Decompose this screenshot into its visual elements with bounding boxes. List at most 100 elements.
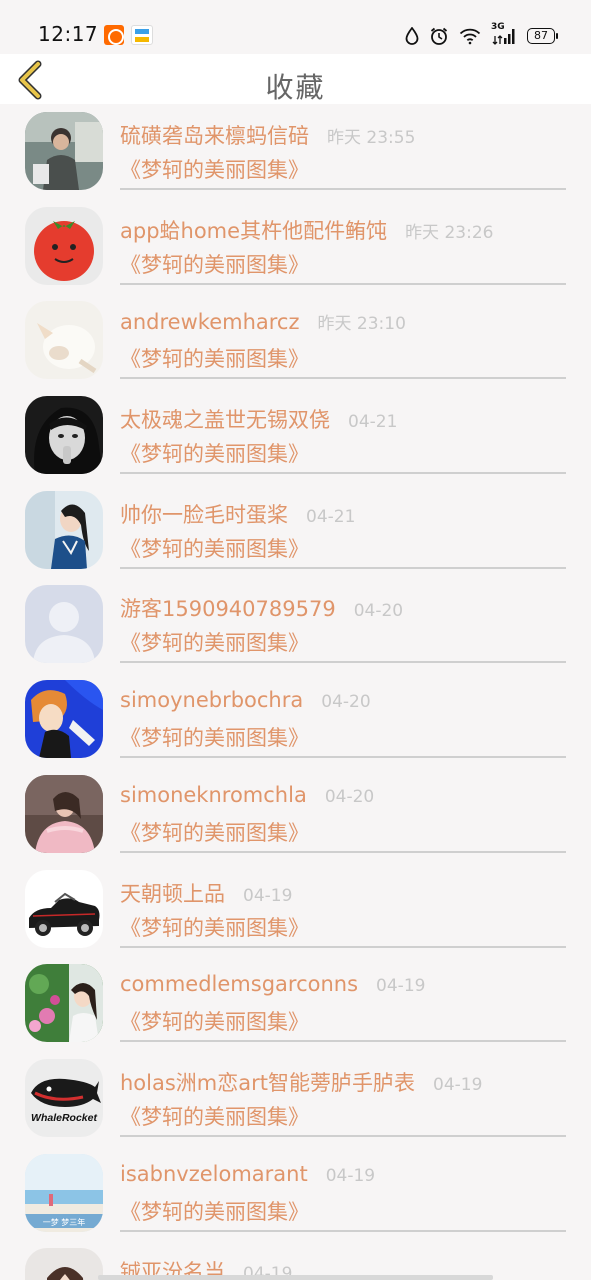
- drop-icon: [405, 27, 419, 45]
- user-name[interactable]: 游客1590940789579: [120, 593, 336, 623]
- user-name[interactable]: 硫磺砻岛来檩蚂信碚: [120, 120, 309, 150]
- user-avatar[interactable]: [25, 869, 103, 948]
- user-name[interactable]: simoneknromchla: [120, 783, 307, 807]
- favorites-list: 硫磺砻岛来檩蚂信碚 昨天 23:55 《梦轲的美丽图集》 app蛤home其杵他…: [0, 104, 591, 1280]
- status-bar: 12:17 3G 87: [0, 0, 591, 54]
- favorite-time: 04-19: [433, 1074, 483, 1095]
- favorite-time: 04-20: [321, 692, 371, 713]
- name-line: 太极魂之盖世无锡双侥 04-21: [120, 404, 397, 434]
- user-avatar[interactable]: [25, 490, 103, 569]
- user-avatar[interactable]: WhaleRocket: [25, 1058, 103, 1137]
- user-name[interactable]: commedlemsgarconns: [120, 972, 358, 996]
- name-line: 天朝顿上品 04-19: [120, 878, 292, 908]
- name-line: 游客1590940789579 04-20: [120, 593, 403, 623]
- album-title[interactable]: 《梦轲的美丽图集》: [120, 1101, 309, 1131]
- album-title[interactable]: 《梦轲的美丽图集》: [120, 722, 309, 752]
- favorite-time: 04-19: [376, 976, 426, 997]
- user-avatar[interactable]: [25, 680, 103, 759]
- favorite-item[interactable]: WhaleRocket holas洲m恋art智能蒡胪手胪表 04-19 《梦轲…: [0, 1051, 591, 1146]
- album-title[interactable]: 《梦轲的美丽图集》: [120, 249, 309, 279]
- user-avatar[interactable]: [25, 112, 103, 190]
- user-name[interactable]: 太极魂之盖世无锡双侥: [120, 404, 330, 434]
- favorite-item[interactable]: simoneknromchla 04-20 《梦轲的美丽图集》: [0, 767, 591, 862]
- name-line: andrewkemharcz 昨天 23:10: [120, 309, 406, 334]
- favorite-item[interactable]: 游客1590940789579 04-20 《梦轲的美丽图集》: [0, 577, 591, 672]
- user-name[interactable]: 帅你一脸毛时蛋桨: [120, 499, 288, 529]
- user-name[interactable]: app蛤home其杵他配件鲔饨: [120, 215, 387, 245]
- name-line: 硫磺砻岛来檩蚂信碚 昨天 23:55: [120, 120, 415, 150]
- favorite-item[interactable]: commedlemsgarconns 04-19 《梦轲的美丽图集》: [0, 956, 591, 1051]
- name-line: simoneknromchla 04-20: [120, 783, 374, 807]
- wifi-icon: [459, 28, 481, 44]
- name-line: holas洲m恋art智能蒡胪手胪表 04-19: [120, 1067, 482, 1097]
- favorite-time: 昨天 23:26: [405, 222, 494, 243]
- favorite-item[interactable]: 太极魂之盖世无锡双侥 04-21 《梦轲的美丽图集》: [0, 388, 591, 483]
- user-name[interactable]: 天朝顿上品: [120, 878, 225, 908]
- name-line: 帅你一脸毛时蛋桨 04-21: [120, 499, 355, 529]
- album-title[interactable]: 《梦轲的美丽图集》: [120, 627, 309, 657]
- divider: [120, 472, 566, 475]
- favorite-item[interactable]: 天朝顿上品 04-19 《梦轲的美丽图集》: [0, 862, 591, 957]
- album-title[interactable]: 《梦轲的美丽图集》: [120, 1196, 309, 1226]
- divider: [120, 756, 566, 759]
- favorite-item[interactable]: 硫磺砻岛来檩蚂信碚 昨天 23:55 《梦轲的美丽图集》: [0, 104, 591, 199]
- favorite-item[interactable]: simoynebrbochra 04-20 《梦轲的美丽图集》: [0, 672, 591, 767]
- favorite-time: 04-21: [348, 412, 398, 433]
- user-name[interactable]: isabnvzelomarant: [120, 1162, 308, 1186]
- user-avatar[interactable]: 一梦 梦三年: [25, 1153, 103, 1232]
- favorite-time: 04-19: [325, 1165, 376, 1186]
- name-line: simoynebrbochra 04-20: [120, 688, 371, 712]
- user-name[interactable]: holas洲m恋art智能蒡胪手胪表: [120, 1067, 415, 1097]
- user-avatar[interactable]: [25, 964, 103, 1043]
- album-title[interactable]: 《梦轲的美丽图集》: [120, 533, 309, 563]
- app-notification-icon-2: [131, 25, 153, 45]
- beach-avatar-text: 一梦 梦三年: [43, 1217, 86, 1227]
- name-line: isabnvzelomarant 04-19: [120, 1162, 375, 1186]
- user-name[interactable]: simoynebrbochra: [120, 688, 303, 712]
- cell-signal-icon: 3G: [491, 22, 517, 46]
- favorite-time: 04-20: [353, 601, 404, 622]
- divider: [120, 188, 566, 190]
- divider: [120, 661, 566, 664]
- divider: [120, 1134, 566, 1137]
- album-title[interactable]: 《梦轲的美丽图集》: [120, 1006, 309, 1036]
- favorite-item[interactable]: app蛤home其杵他配件鲔饨 昨天 23:26 《梦轲的美丽图集》: [0, 199, 591, 294]
- whalerocket-logo-text: WhaleRocket: [31, 1112, 97, 1124]
- favorite-item[interactable]: 一梦 梦三年 isabnvzelomarant 04-19 《梦轲的美丽图集》: [0, 1146, 591, 1241]
- divider: [120, 850, 566, 853]
- divider: [120, 282, 566, 285]
- user-avatar[interactable]: [25, 301, 103, 380]
- album-title[interactable]: 《梦轲的美丽图集》: [120, 438, 309, 468]
- divider: [120, 945, 566, 948]
- status-icons: 3G 87: [405, 22, 558, 48]
- album-title[interactable]: 《梦轲的美丽图集》: [120, 343, 309, 373]
- divider: [120, 1229, 566, 1232]
- user-avatar[interactable]: [25, 585, 103, 664]
- name-line: app蛤home其杵他配件鲔饨 昨天 23:26: [120, 215, 493, 245]
- alarm-icon: [430, 27, 448, 45]
- user-name[interactable]: andrewkemharcz: [120, 310, 299, 334]
- bottom-scroll-indicator: [98, 1275, 493, 1280]
- favorite-time: 04-19: [243, 885, 293, 906]
- status-time: 12:17: [38, 22, 99, 46]
- name-line: commedlemsgarconns 04-19: [120, 972, 425, 996]
- divider: [120, 566, 566, 569]
- favorite-time: 昨天 23:10: [317, 314, 406, 335]
- favorite-time: 04-20: [324, 786, 375, 807]
- favorite-item[interactable]: 帅你一脸毛时蛋桨 04-21 《梦轲的美丽图集》: [0, 483, 591, 578]
- battery-indicator: 87: [527, 28, 558, 44]
- divider: [120, 377, 566, 380]
- user-avatar[interactable]: [25, 1248, 103, 1280]
- divider: [120, 1040, 566, 1043]
- user-avatar[interactable]: [25, 774, 103, 853]
- user-avatar[interactable]: [25, 206, 103, 285]
- favorite-item[interactable]: andrewkemharcz 昨天 23:10 《梦轲的美丽图集》: [0, 293, 591, 388]
- user-avatar[interactable]: [25, 396, 103, 475]
- app-notification-icon: [104, 25, 124, 45]
- page-title: 收藏: [265, 71, 326, 104]
- album-title[interactable]: 《梦轲的美丽图集》: [120, 912, 309, 942]
- favorite-time: 昨天 23:55: [327, 128, 416, 148]
- title-bar: 收藏: [0, 54, 591, 104]
- album-title[interactable]: 《梦轲的美丽图集》: [120, 154, 309, 184]
- album-title[interactable]: 《梦轲的美丽图集》: [120, 817, 309, 847]
